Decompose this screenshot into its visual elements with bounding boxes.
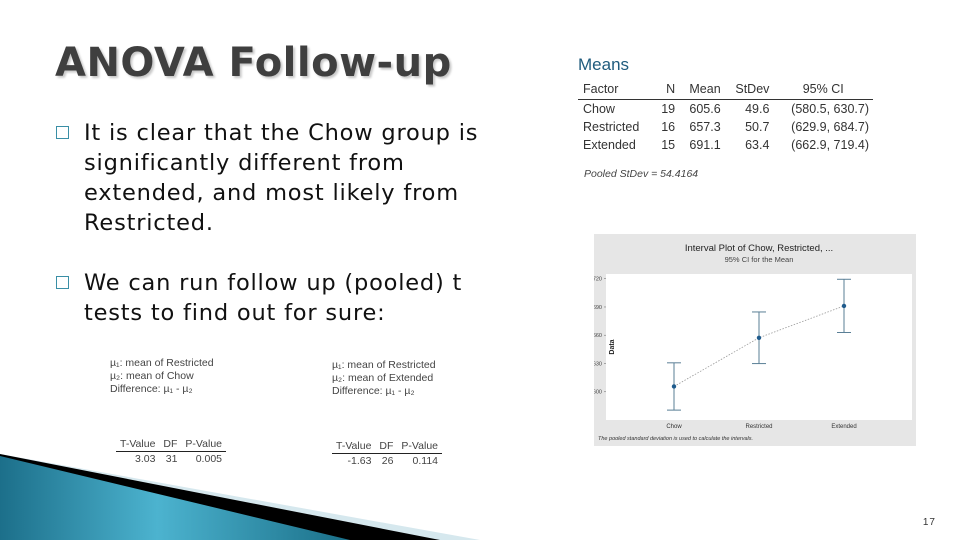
mean-point [756,335,762,340]
cell: Chow [583,102,615,116]
bullet-list: It is clear that the Chow group is signi… [52,118,522,358]
pooled-stdev: Pooled StDev = 54.4164 [584,168,699,180]
cell: 691.1 [689,138,721,152]
col-header: Factor [578,81,654,100]
bullet-item: We can run follow up (pooled) t tests to… [52,268,522,328]
mu1-definition: µ₁: mean of Restricted [110,357,214,369]
cell: 15 [661,138,676,152]
cell: Extended [583,138,636,152]
square-bullet-icon [56,126,69,139]
interval-plot-svg: Interval Plot of Chow, Restricted, ... 9… [594,243,912,442]
table-row: Chow 19 605.6 49.6 (580.5, 630.7) [578,100,873,119]
bullet-text: We can run follow up (pooled) t tests to… [84,270,463,326]
x-tick-label: Extended [831,424,856,430]
cell: (629.9, 684.7) [791,120,869,134]
col-header: 95% CI [773,81,873,100]
swoosh-teal-band [0,456,350,540]
y-tick-label: 660 [594,333,602,339]
col-header: N [653,81,680,100]
y-tick-label: 630 [594,361,602,367]
chart-subtitle: 95% CI for the Mean [725,255,794,264]
y-tick-label: 690 [594,305,602,311]
means-table: Factor N Mean StDev 95% CI Chow 19 605.6… [578,81,873,154]
bullet-text: It is clear that the Chow group is signi… [84,120,479,236]
y-tick-label: 600 [594,390,602,396]
cell: (580.5, 630.7) [791,102,869,116]
cell: 63.4 [745,138,770,152]
table-row: Restricted 16 657.3 50.7 (629.9, 684.7) [578,118,873,136]
chart-title: Interval Plot of Chow, Restricted, ... [685,243,833,254]
cell: 605.6 [689,102,721,116]
slide-title: ANOVA Follow-up [55,40,452,86]
difference-definition: Difference: µ₁ - µ₂ [110,383,193,395]
interval-plot: Interval Plot of Chow, Restricted, ... 9… [594,234,916,446]
col-header: StDev [724,81,774,100]
page-number: 17 [922,517,936,528]
cell: 19 [661,102,676,116]
bullet-item: It is clear that the Chow group is signi… [52,118,522,238]
x-tick-label: Restricted [745,424,772,430]
cell: 657.3 [689,120,721,134]
cell: 50.7 [745,120,770,134]
cell: 49.6 [745,102,770,116]
mean-point [671,384,677,389]
y-axis-label: Data [609,339,616,354]
means-table-panel: Means Factor N Mean StDev 95% CI Chow 19… [578,55,873,180]
col-header: Mean [679,81,725,100]
cell: 16 [661,120,676,134]
difference-definition: Difference: µ₁ - µ₂ [332,385,415,397]
table-row: Extended 15 691.1 63.4 (662.9, 719.4) [578,136,873,154]
x-tick-label: Chow [666,424,682,430]
cell: (662.9, 719.4) [791,138,869,152]
means-header-row: Factor N Mean StDev 95% CI [578,81,873,100]
mean-point [841,303,847,309]
y-tick-label: 720 [594,277,602,283]
chart-footnote: The pooled standard deviation is used to… [598,436,753,442]
cell: Restricted [583,120,640,134]
square-bullet-icon [56,276,69,289]
decorative-swoosh [0,454,480,540]
means-title: Means [578,55,630,74]
mu2-definition: µ₂: mean of Chow [110,370,194,382]
mu2-definition: µ₂: mean of Extended [332,372,434,384]
mu1-definition: µ₁: mean of Restricted [332,359,436,371]
